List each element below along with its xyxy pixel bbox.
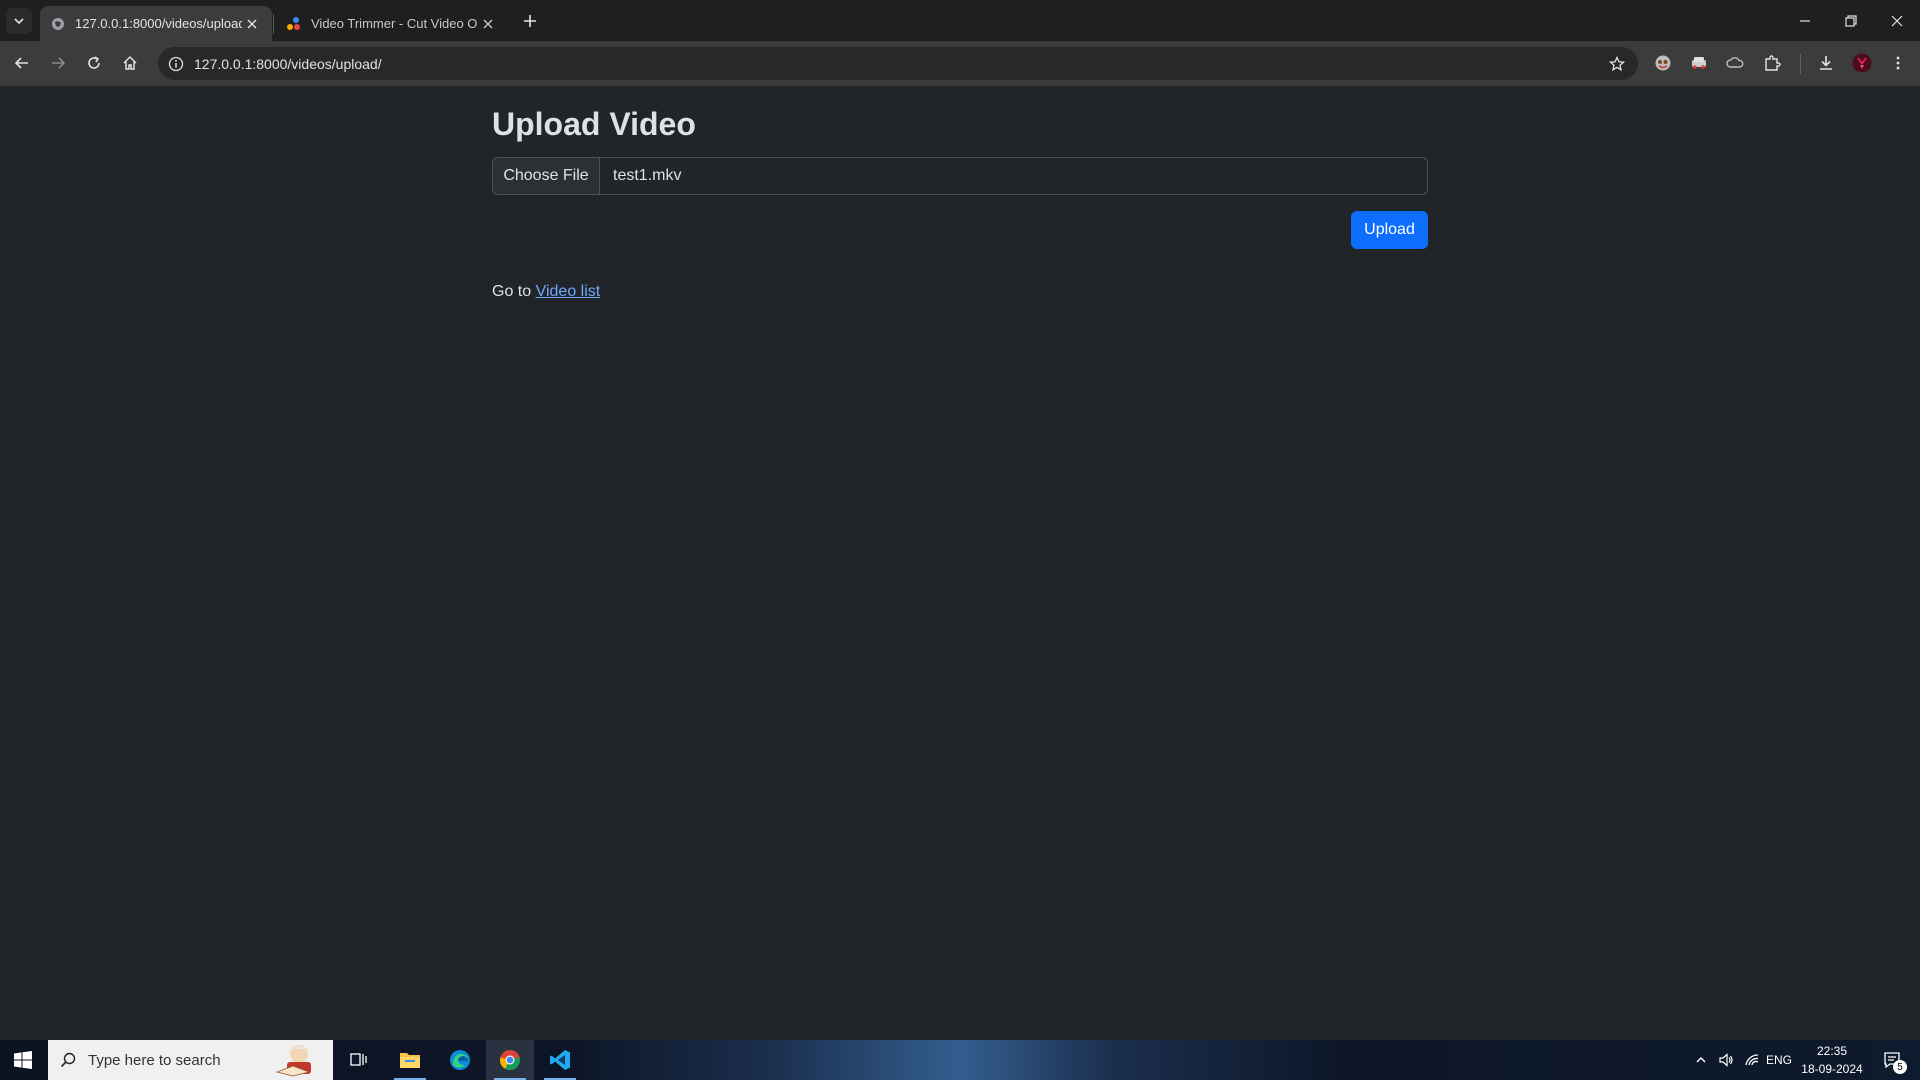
upload-button[interactable]: Upload <box>1351 211 1428 249</box>
task-view-icon <box>350 1053 367 1066</box>
clock[interactable]: 22:35 18-09-2024 <box>1796 1042 1868 1078</box>
back-button[interactable] <box>8 49 36 77</box>
tab-title: Video Trimmer - Cut Video Online <box>311 16 478 31</box>
restore-button[interactable] <box>1828 0 1874 41</box>
search-icon <box>48 1052 88 1068</box>
folder-icon <box>400 1053 420 1068</box>
edge-icon <box>450 1050 470 1070</box>
task-view-button[interactable] <box>335 1040 383 1080</box>
reload-icon <box>88 56 100 69</box>
windows-logo-icon <box>14 1051 32 1069</box>
chrome-button[interactable] <box>486 1040 534 1080</box>
home-icon <box>123 55 137 70</box>
vscode-icon <box>550 1050 570 1070</box>
tab-video-trimmer[interactable]: Video Trimmer - Cut Video Online <box>276 6 508 41</box>
volume-button[interactable] <box>1714 1040 1738 1080</box>
file-input[interactable]: Choose File test1.mkv <box>492 157 1428 195</box>
chrome-icon <box>499 1050 520 1071</box>
browser-menu-icon[interactable] <box>1885 50 1911 76</box>
address-bar[interactable]: 127.0.0.1:8000/videos/upload/ <box>158 47 1638 80</box>
close-tab-icon[interactable] <box>478 14 498 34</box>
wifi-icon <box>1745 1054 1759 1066</box>
goto-text: Go to Video list <box>492 283 600 301</box>
extension-cloud-icon[interactable] <box>1722 50 1748 76</box>
selected-file-name: test1.mkv <box>613 167 682 184</box>
close-icon <box>1891 15 1903 26</box>
speaker-icon <box>1719 1053 1733 1067</box>
search-placeholder: Type here to search <box>88 1051 221 1069</box>
home-button[interactable] <box>116 49 144 77</box>
downloads-icon[interactable] <box>1813 50 1839 76</box>
minimize-icon <box>1800 19 1810 22</box>
clock-date: 18-09-2024 <box>1801 1062 1863 1076</box>
browser-toolbar: 127.0.0.1:8000/videos/upload/ <box>0 41 1920 86</box>
taskbar: Type here to search ENG 22:35 18-09-2024… <box>0 1040 1920 1080</box>
network-button[interactable] <box>1740 1040 1764 1080</box>
toolbar-separator <box>1800 54 1801 74</box>
tab-title: 127.0.0.1:8000/videos/upload/ <box>75 16 242 31</box>
url-text: 127.0.0.1:8000/videos/upload/ <box>194 55 382 72</box>
notification-count-badge: 5 <box>1893 1060 1907 1074</box>
taskbar-search-box[interactable]: Type here to search <box>48 1040 333 1080</box>
extension-cookie-icon[interactable] <box>1650 50 1676 76</box>
goto-prefix: Go to <box>492 283 532 300</box>
chevron-up-icon <box>1696 1057 1706 1063</box>
restore-icon <box>1845 14 1857 27</box>
video-list-link[interactable]: Video list <box>536 283 601 300</box>
search-highlight-illustration-icon <box>275 1045 311 1077</box>
tab-separator <box>273 14 274 34</box>
file-explorer-button[interactable] <box>386 1040 434 1080</box>
reload-button[interactable] <box>80 49 108 77</box>
plus-icon <box>524 15 536 27</box>
extensions-puzzle-icon[interactable] <box>1759 50 1785 76</box>
globe-icon <box>50 16 66 32</box>
page-title: Upload Video <box>492 106 696 142</box>
tab-search-button[interactable] <box>6 8 32 34</box>
action-center-button[interactable]: 5 <box>1872 1040 1912 1080</box>
forward-button[interactable] <box>44 49 72 77</box>
site-info-icon[interactable] <box>158 47 194 80</box>
minimize-button[interactable] <box>1782 0 1828 41</box>
page-content: Upload Video Choose File test1.mkv Uploa… <box>0 86 1920 1040</box>
tab-strip: 127.0.0.1:8000/videos/upload/ Video Trim… <box>0 0 1920 41</box>
extension-car-icon[interactable] <box>1686 50 1712 76</box>
tab-upload[interactable]: 127.0.0.1:8000/videos/upload/ <box>40 6 272 41</box>
close-window-button[interactable] <box>1874 0 1920 41</box>
vscode-button[interactable] <box>536 1040 584 1080</box>
arrow-right-icon <box>52 57 66 69</box>
language-indicator[interactable]: ENG <box>1764 1040 1794 1080</box>
new-tab-button[interactable] <box>518 9 542 33</box>
edge-button[interactable] <box>436 1040 484 1080</box>
show-hidden-icons-button[interactable] <box>1690 1040 1712 1080</box>
chevron-down-icon <box>14 18 24 25</box>
profile-avatar[interactable] <box>1849 50 1875 76</box>
bookmark-star-icon[interactable] <box>1606 53 1628 75</box>
clock-time: 22:35 <box>1816 1044 1848 1058</box>
start-button[interactable] <box>0 1040 46 1080</box>
arrow-left-icon <box>14 57 28 69</box>
choose-file-button[interactable]: Choose File <box>493 158 600 194</box>
close-tab-icon[interactable] <box>242 14 262 34</box>
video-trimmer-favicon-icon <box>286 16 302 32</box>
